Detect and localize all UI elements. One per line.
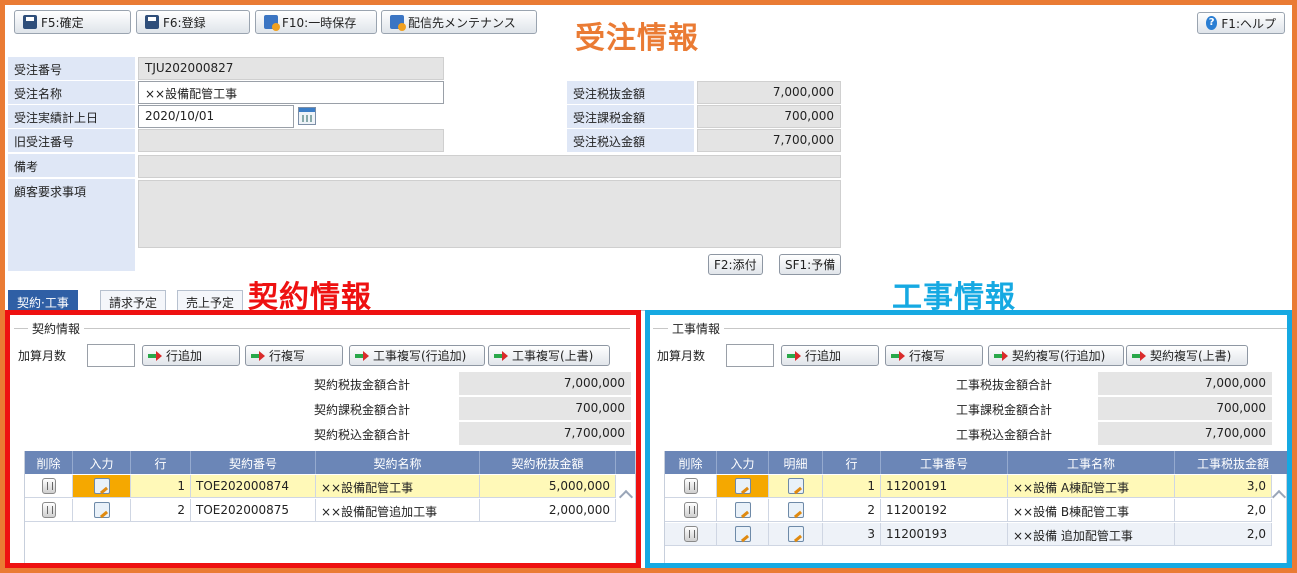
construction-info-frame (645, 310, 1292, 568)
contract-info-frame (5, 310, 641, 568)
